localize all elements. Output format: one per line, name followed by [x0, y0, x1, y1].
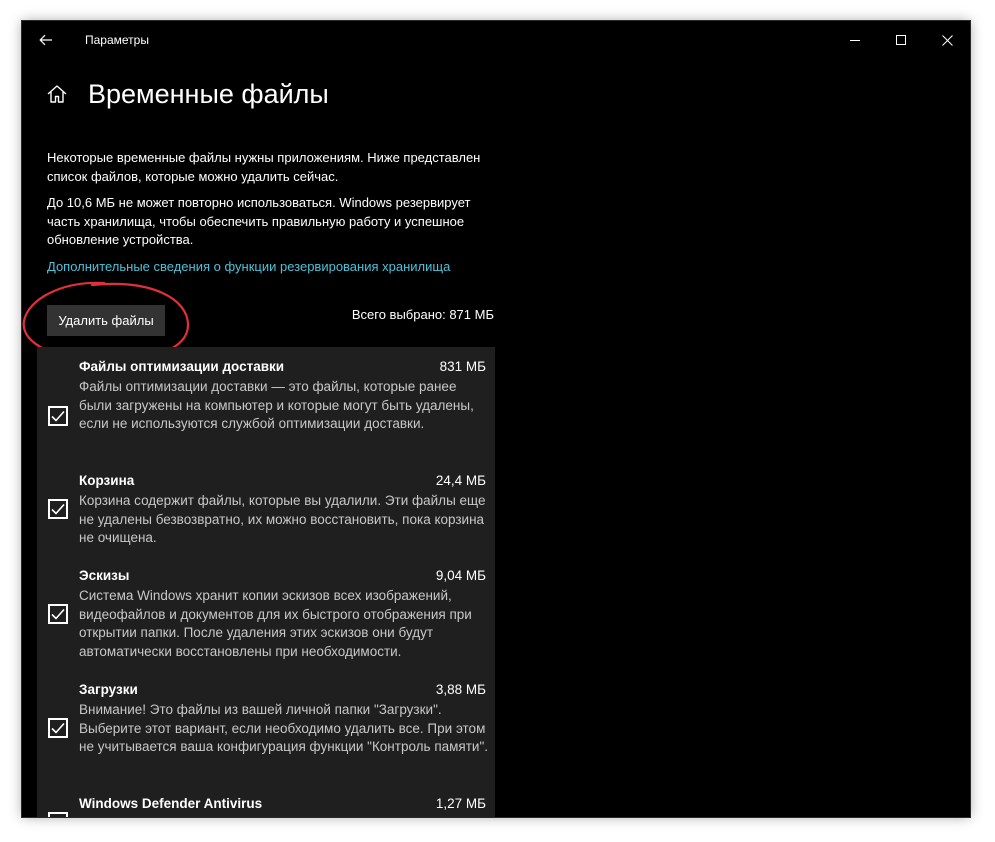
item-title: Файлы оптимизации доставки [79, 359, 285, 374]
checkmark-icon [51, 722, 65, 734]
item-size: 24,4 МБ [435, 473, 486, 488]
checkmark-icon [51, 608, 65, 620]
item-size: 9,04 МБ [435, 568, 486, 583]
item-size: 1,27 МБ [435, 796, 486, 811]
app-title: Параметры [85, 33, 149, 47]
delete-files-button[interactable]: Удалить файлы [47, 305, 165, 336]
item-description: Внимание! Это файлы из вашей личной папк… [79, 702, 489, 754]
title-bar[interactable]: Параметры [22, 21, 970, 59]
page-title: Временные файлы [88, 79, 329, 109]
item-description: Система Windows хранит копии эскизов все… [79, 588, 472, 659]
home-button[interactable] [46, 83, 70, 107]
item-checkbox[interactable] [48, 499, 68, 519]
item-description: Корзина содержит файлы, которые вы удали… [79, 493, 486, 545]
item-title: Загрузки [79, 682, 138, 697]
back-arrow-icon [39, 34, 52, 46]
item-title: Корзина [79, 473, 135, 488]
item-size: 3,88 МБ [435, 682, 486, 697]
description-apps: Некоторые временные файлы нужны приложен… [47, 150, 481, 184]
item-checkbox[interactable] [48, 718, 68, 738]
close-icon [941, 34, 953, 46]
checkmark-icon [51, 410, 65, 422]
home-icon [47, 85, 67, 103]
close-button[interactable] [924, 21, 970, 59]
item-title: Эскизы [79, 568, 130, 583]
reserved-storage-info-link[interactable]: Дополнительные сведения о функции резерв… [47, 259, 450, 274]
maximize-icon [896, 35, 906, 45]
description-reserved: До 10,6 МБ не может повторно использоват… [47, 195, 471, 247]
total-selected-label: Всего выбрано: 871 МБ [351, 307, 494, 322]
maximize-button[interactable] [878, 21, 924, 59]
item-description: Файлы оптимизации доставки — это файлы, … [79, 379, 474, 431]
settings-window: Параметры Временные файлы Некоторые врем… [21, 20, 971, 818]
temp-files-list[interactable]: Файлы оптимизации доставки 831 МБ Файлы … [37, 347, 495, 817]
back-button[interactable] [32, 27, 60, 53]
item-checkbox[interactable] [48, 406, 68, 426]
item-size: 831 МБ [439, 359, 486, 374]
minimize-icon [850, 40, 860, 41]
item-title: Windows Defender Antivirus [79, 796, 263, 811]
item-checkbox[interactable] [48, 812, 68, 817]
minimize-button[interactable] [832, 21, 878, 59]
checkmark-icon [51, 503, 65, 515]
item-checkbox[interactable] [48, 604, 68, 624]
